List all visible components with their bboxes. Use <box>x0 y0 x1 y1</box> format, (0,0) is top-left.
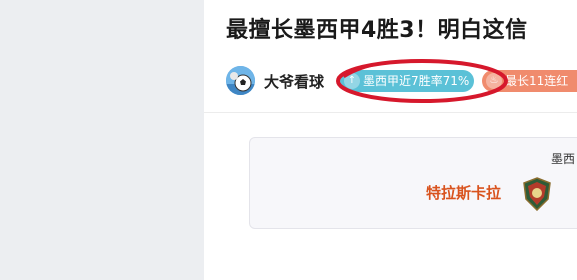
article-panel: 最擅长墨西甲4胜3！明白这信 大爷看球 ↑ 墨西甲近7胜率71% ♨ 最长11连… <box>204 0 577 280</box>
league-label: 墨西 <box>551 152 576 166</box>
author-avatar[interactable] <box>226 66 255 95</box>
author-name[interactable]: 大爷看球 <box>264 71 324 92</box>
divider <box>204 112 577 113</box>
left-gutter <box>0 0 204 280</box>
streak-tag-label: 最长11连红 <box>505 74 569 88</box>
team-crest-icon <box>523 177 551 211</box>
article-title: 最擅长墨西甲4胜3！明白这信 <box>226 18 528 43</box>
team-name[interactable]: 特拉斯卡拉 <box>426 182 501 203</box>
highlight-circle-annotation <box>336 59 508 103</box>
soccer-ball-avatar-icon <box>226 66 255 95</box>
match-card[interactable]: 墨西 特拉斯卡拉 <box>249 137 577 229</box>
